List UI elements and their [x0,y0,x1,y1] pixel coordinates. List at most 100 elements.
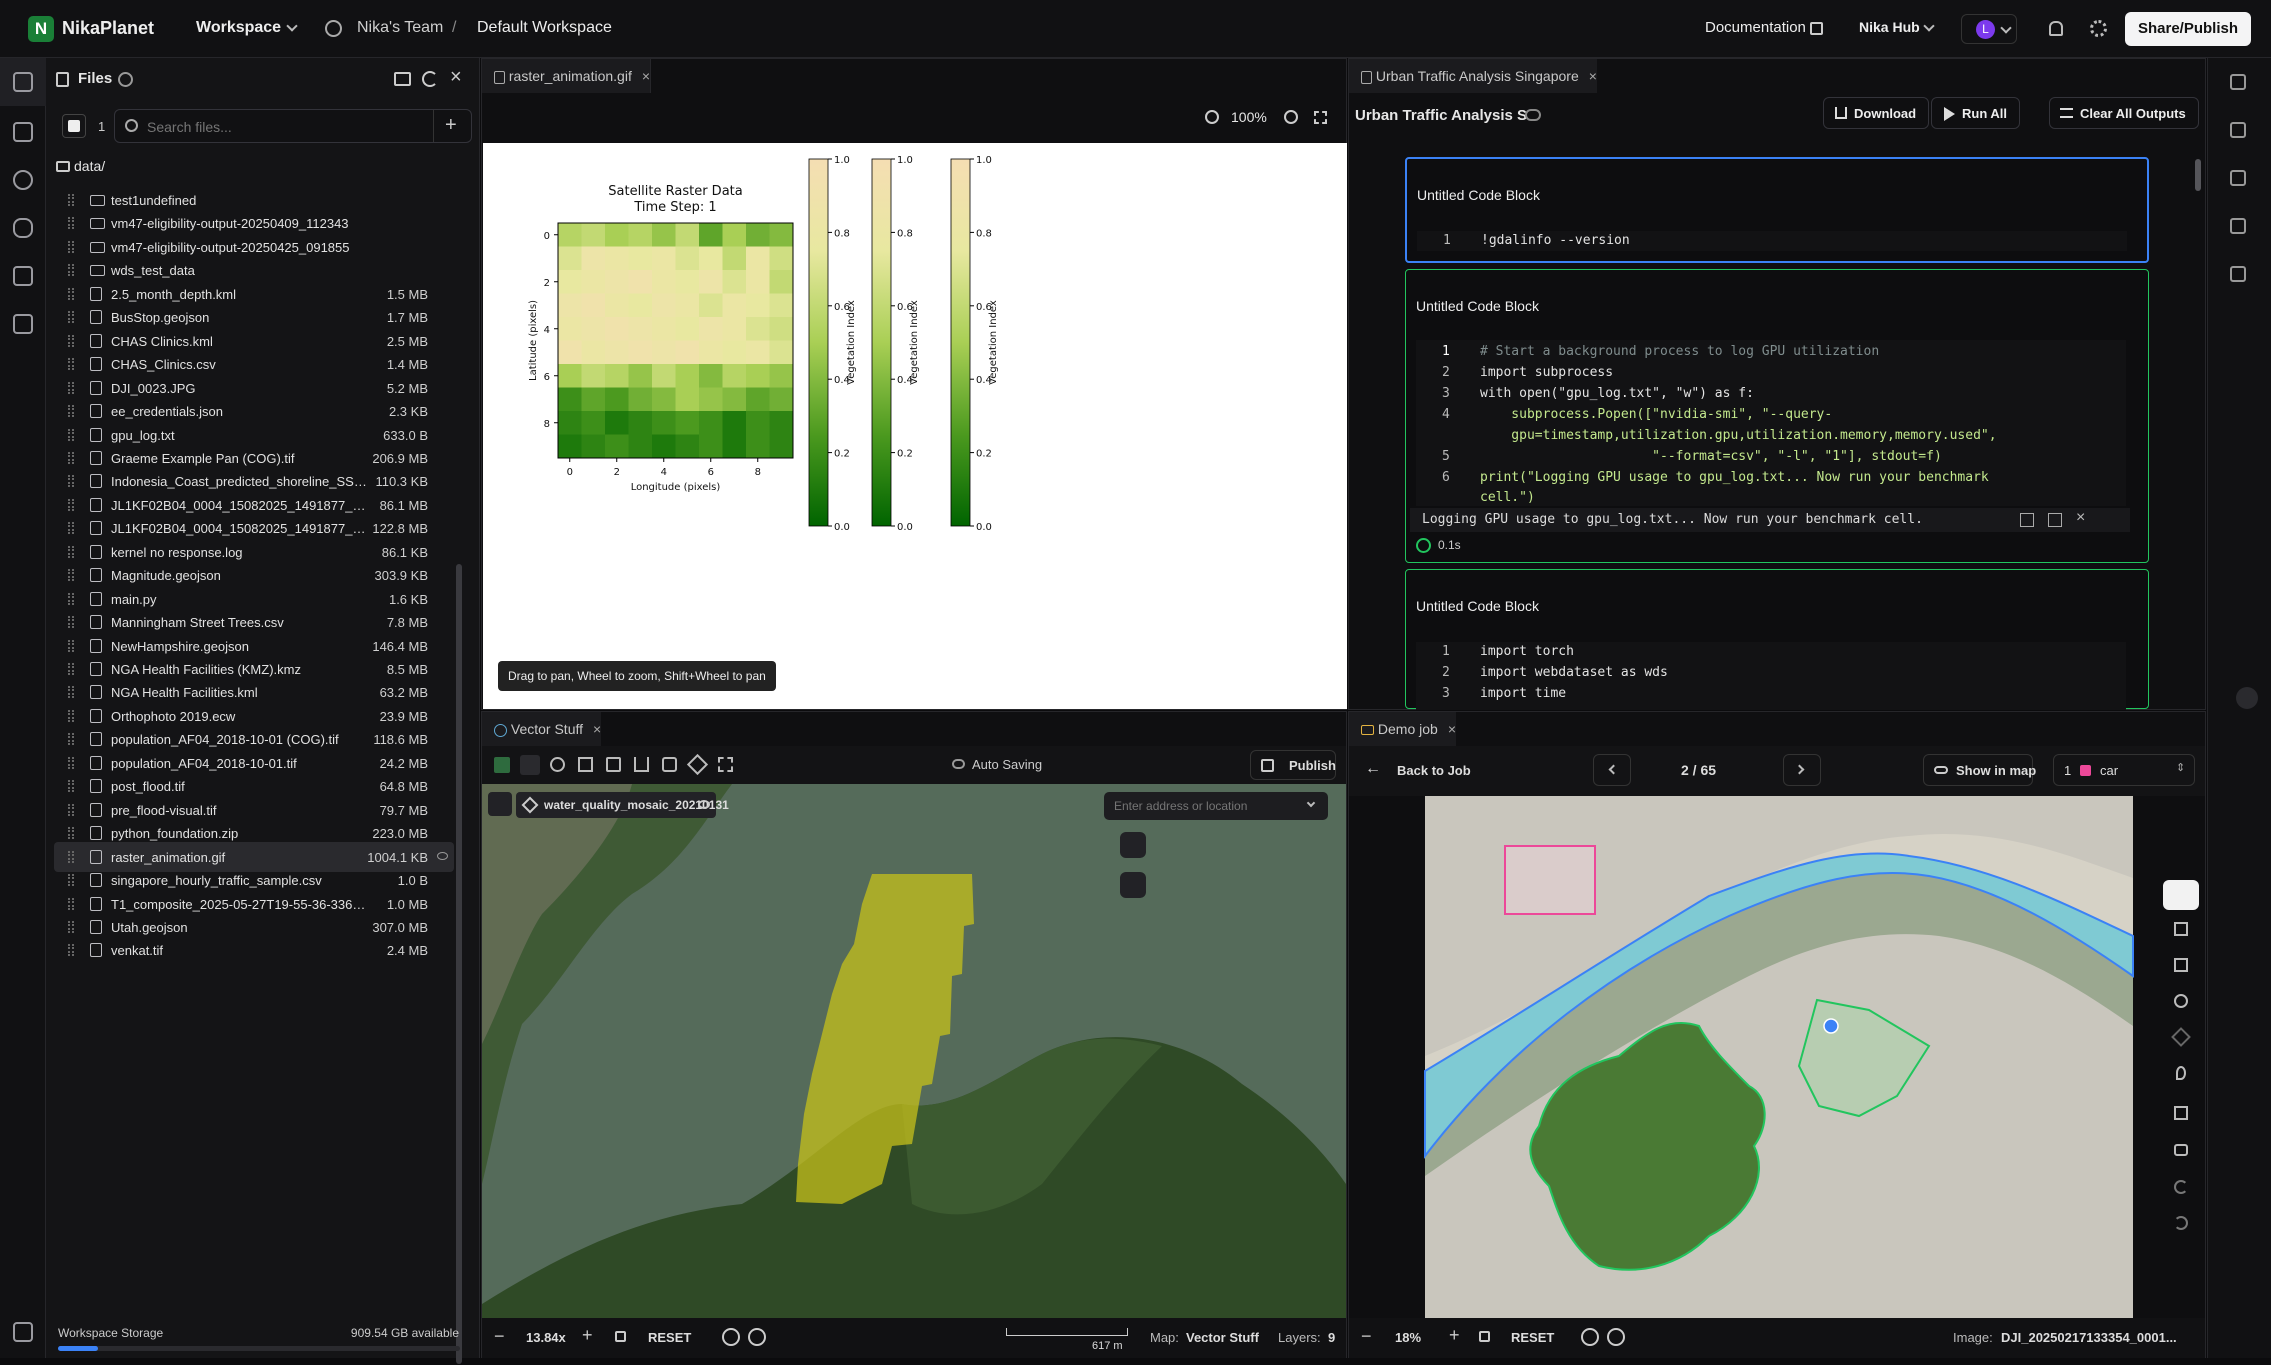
gear-icon[interactable] [2090,20,2107,37]
back-to-job-button[interactable]: Back to Job [1397,763,1471,778]
bell-icon[interactable] [2049,21,2063,36]
pin-tool-icon[interactable] [2176,1066,2186,1080]
drag-handle-icon[interactable] [68,944,74,957]
drag-handle-icon[interactable] [68,663,74,675]
chevron-down-icon[interactable] [1306,798,1316,808]
hand-tool-icon[interactable] [2163,880,2199,910]
chevron-down-icon[interactable] [1923,20,1935,32]
clear-outputs-button[interactable]: Clear All Outputs [2049,97,2199,129]
collapse-panel-icon[interactable] [2236,687,2258,709]
drag-handle-icon[interactable] [68,405,74,418]
redo-icon[interactable] [2174,1216,2188,1230]
menu-icon[interactable] [13,1322,33,1342]
expand-icon[interactable] [2020,513,2034,527]
prev-image-button[interactable] [1593,754,1631,786]
zoom-in-icon[interactable] [1284,110,1298,124]
draw-tool-icon[interactable] [550,757,565,772]
user-menu[interactable]: L [1961,14,2017,44]
team-name[interactable]: Nika's Team [357,19,443,37]
drag-handle-icon[interactable] [68,756,74,769]
drag-handle-icon[interactable] [68,874,74,887]
annotation-canvas[interactable] [1349,796,2205,1318]
notebook-title[interactable]: Urban Traffic Analysis S [1355,107,1527,124]
tab-urban-traffic[interactable]: Urban Traffic Analysis Singapore × [1349,59,1597,93]
drag-handle-icon[interactable] [68,545,74,558]
gif-canvas[interactable]: Satellite Raster Data Time Step: 1 0 2 4 6 8 0 2… [483,143,1347,709]
add-icon[interactable]: + [445,114,457,137]
drag-handle-icon[interactable] [68,780,74,793]
brush-tool-icon[interactable] [2171,1027,2191,1047]
fullscreen-icon[interactable] [1120,872,1146,898]
drag-handle-icon[interactable] [68,592,74,605]
close-icon[interactable]: × [642,68,650,84]
close-icon[interactable]: × [450,66,462,89]
vector-map-canvas[interactable]: water_quality_mosaic_20210131 [482,784,1346,1318]
polygon-tool-icon[interactable] [2174,958,2188,972]
class-selector[interactable]: 1 car ⇕ [2053,754,2195,786]
close-icon[interactable]: × [1589,68,1597,84]
bbox-tool-icon[interactable] [2174,922,2188,936]
copy-icon[interactable] [2048,513,2062,527]
address-input[interactable] [1114,797,1294,815]
magic-icon[interactable] [2230,170,2246,186]
drag-handle-icon[interactable] [68,522,74,535]
file-list-scrollbar[interactable] [456,564,462,1364]
tag-icon[interactable] [2230,266,2246,282]
sparkle-icon[interactable] [2230,74,2246,90]
reset-button[interactable]: RESET [648,1330,691,1345]
code-cell-3[interactable]: Untitled Code Block 1 import torch 2 impor… [1405,569,2149,710]
zoom-out-icon[interactable]: − [494,1326,505,1347]
drag-handle-icon[interactable] [68,194,74,206]
drag-handle-icon[interactable] [68,475,74,488]
notebook-scrollbar[interactable] [2195,159,2201,191]
drag-handle-icon[interactable] [68,217,74,230]
drag-handle-icon[interactable] [68,381,74,394]
fullscreen-icon[interactable] [718,757,733,772]
eye-icon[interactable] [437,851,448,860]
drag-handle-icon[interactable] [68,358,74,371]
zoom-in-icon[interactable]: + [1449,1325,1460,1346]
search-input[interactable] [147,116,327,138]
drag-handle-icon[interactable] [68,240,74,253]
drag-handle-icon[interactable] [68,498,74,511]
layer-chip[interactable]: water_quality_mosaic_20210131 [516,792,729,818]
close-icon[interactable]: × [2076,509,2085,527]
publish-button[interactable]: Publish [1250,750,1336,780]
refresh-icon[interactable] [422,71,438,87]
files-icon[interactable] [13,72,33,92]
eraser-icon[interactable] [686,753,709,776]
chevron-down-icon[interactable] [286,20,298,32]
undo-icon[interactable] [2174,1180,2188,1194]
workspace-menu[interactable]: Workspace [196,19,281,37]
next-image-button[interactable] [1783,754,1821,786]
settings-icon[interactable] [1581,1328,1599,1346]
drag-handle-icon[interactable] [68,733,74,746]
drag-handle-icon[interactable] [68,709,74,722]
help-icon[interactable] [118,72,133,87]
drag-handle-icon[interactable] [68,311,74,324]
documentation-link[interactable]: Documentation [1705,19,1806,36]
info-icon[interactable] [722,1328,740,1346]
database-icon[interactable] [13,218,33,238]
help-icon[interactable] [325,20,342,37]
drag-handle-icon[interactable] [68,850,74,863]
comment-icon[interactable] [2174,1144,2188,1156]
drag-handle-icon[interactable] [68,451,74,464]
select-tool-icon[interactable] [520,755,540,775]
notebook-icon[interactable] [13,122,33,142]
close-icon[interactable]: × [593,721,601,737]
drag-handle-icon[interactable] [68,334,74,347]
drag-handle-icon[interactable] [68,616,74,629]
drag-handle-icon[interactable] [68,428,74,441]
keyboard-icon[interactable] [1607,1328,1625,1346]
drag-handle-icon[interactable] [68,639,74,652]
edit-icon[interactable] [662,757,677,772]
tab-vector-stuff[interactable]: Vector Stuff × [482,712,602,746]
code-editor[interactable]: 1 !gdalinfo --version [1417,231,2127,251]
tab-demo-job[interactable]: Demo job × [1349,712,1456,746]
book-icon[interactable] [606,757,621,772]
close-icon[interactable]: × [1448,721,1456,737]
drag-handle-icon[interactable] [68,920,74,933]
arrow-left-icon[interactable]: ← [1365,760,1381,778]
hub-menu[interactable]: Nika Hub [1859,19,1920,35]
